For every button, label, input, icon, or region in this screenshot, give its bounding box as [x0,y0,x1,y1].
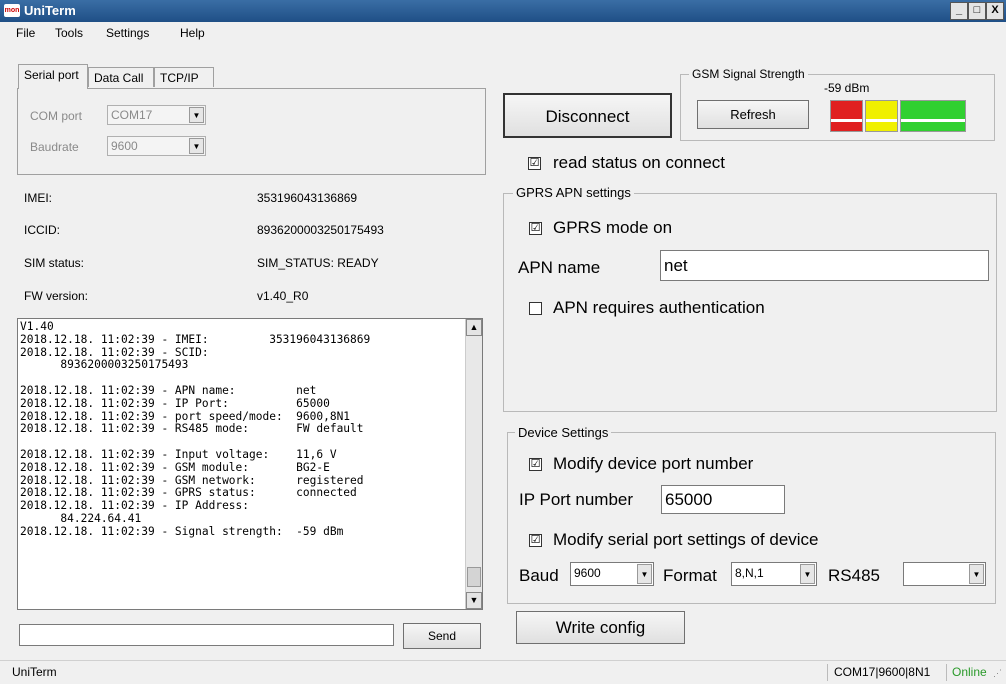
signal-bar-high [900,100,966,132]
com-port-label: COM port [30,109,83,123]
log-textarea[interactable]: V1.40 2018.12.18. 11:02:39 - IMEI: 35319… [17,318,483,610]
iccid-label: ICCID: [24,223,60,237]
scroll-up-icon[interactable]: ▲ [466,319,482,336]
baud-select[interactable]: 9600 ▼ [570,562,654,586]
modify-port-label: Modify device port number [553,454,754,473]
sim-status-label: SIM status: [24,256,85,270]
chevron-down-icon: ▼ [189,138,204,154]
modify-port-checkbox[interactable]: ☑ [529,458,542,471]
sim-status-value: SIM_STATUS: READY [257,256,379,270]
tab-tcp-ip[interactable]: TCP/IP [154,67,214,87]
disconnect-button[interactable]: Disconnect [503,93,672,138]
ip-port-label: IP Port number [519,490,634,509]
modify-serial-checkbox[interactable]: ☑ [529,534,542,547]
baud-label: Baud [519,566,559,585]
signal-bar-low [830,100,863,132]
scroll-down-icon[interactable]: ▼ [466,592,482,609]
send-button[interactable]: Send [403,623,481,649]
fw-version-value: v1.40_R0 [257,289,309,303]
gprs-mode-label: GPRS mode on [553,218,673,237]
gprs-apn-title: GPRS APN settings [513,185,634,200]
baudrate-select[interactable]: 9600 ▼ [107,136,206,156]
chevron-down-icon: ▼ [800,564,815,584]
format-value: 8,N,1 [735,566,764,580]
format-select[interactable]: 8,N,1 ▼ [731,562,817,586]
gsm-signal-value: -59 dBm [824,81,870,95]
baud-value: 9600 [574,566,601,580]
gprs-mode-checkbox[interactable]: ☑ [529,222,542,235]
format-label: Format [663,566,717,585]
baudrate-label: Baudrate [30,140,79,154]
maximize-button[interactable]: □ [968,2,986,20]
menu-file[interactable]: File [16,26,35,40]
signal-bar-mid [865,100,898,132]
apn-name-input[interactable]: net [660,250,989,281]
close-button[interactable]: X [986,2,1004,20]
menu-help[interactable]: Help [180,26,205,40]
device-settings-title: Device Settings [515,425,612,440]
apn-name-label: APN name [518,258,601,277]
gsm-signal-title: GSM Signal Strength [689,67,808,81]
title-bar: mon UniTerm _ □ X [0,0,1006,22]
tab-serial-port[interactable]: Serial port [18,64,88,89]
resize-grip-icon[interactable]: ⋰ [993,668,1002,679]
imei-value: 353196043136869 [257,191,358,205]
chevron-down-icon: ▼ [969,564,984,584]
scroll-thumb[interactable] [467,567,481,587]
refresh-button[interactable]: Refresh [697,100,809,129]
imei-label: IMEI: [24,191,53,205]
com-port-value: COM17 [111,108,153,122]
chevron-down-icon: ▼ [189,107,204,123]
status-app-name: UniTerm [12,665,57,679]
chevron-down-icon: ▼ [637,564,652,584]
read-status-checkbox[interactable]: ☑ [528,157,541,170]
baudrate-value: 9600 [111,139,138,153]
status-online: Online [946,664,987,681]
tab-data-call[interactable]: Data Call [88,67,154,87]
modify-serial-label: Modify serial port settings of device [553,530,819,549]
minimize-button[interactable]: _ [950,2,968,20]
com-port-select[interactable]: COM17 ▼ [107,105,206,125]
ip-port-input[interactable]: 65000 [661,485,785,514]
rs485-select[interactable]: ▼ [903,562,986,586]
menu-bar: File Tools Settings Help [0,22,1006,42]
menu-tools[interactable]: Tools [55,26,83,40]
serial-port-panel: COM port COM17 ▼ Baudrate 9600 ▼ [17,88,486,175]
log-content: V1.40 2018.12.18. 11:02:39 - IMEI: 35319… [20,320,371,538]
fw-version-label: FW version: [24,289,89,303]
send-input[interactable] [19,624,394,646]
window-title: UniTerm [24,3,76,18]
write-config-button[interactable]: Write config [516,611,685,644]
read-status-label: read status on connect [553,153,726,172]
app-logo-icon: mon [4,4,20,17]
apn-auth-checkbox[interactable] [529,302,542,315]
status-port: COM17|9600|8N1 [827,664,934,681]
iccid-value: 8936200003250175493 [257,223,384,237]
apn-auth-label: APN requires authentication [553,298,765,317]
log-scrollbar[interactable]: ▲ ▼ [465,319,482,609]
rs485-label: RS485 [828,566,880,585]
menu-settings[interactable]: Settings [106,26,149,40]
